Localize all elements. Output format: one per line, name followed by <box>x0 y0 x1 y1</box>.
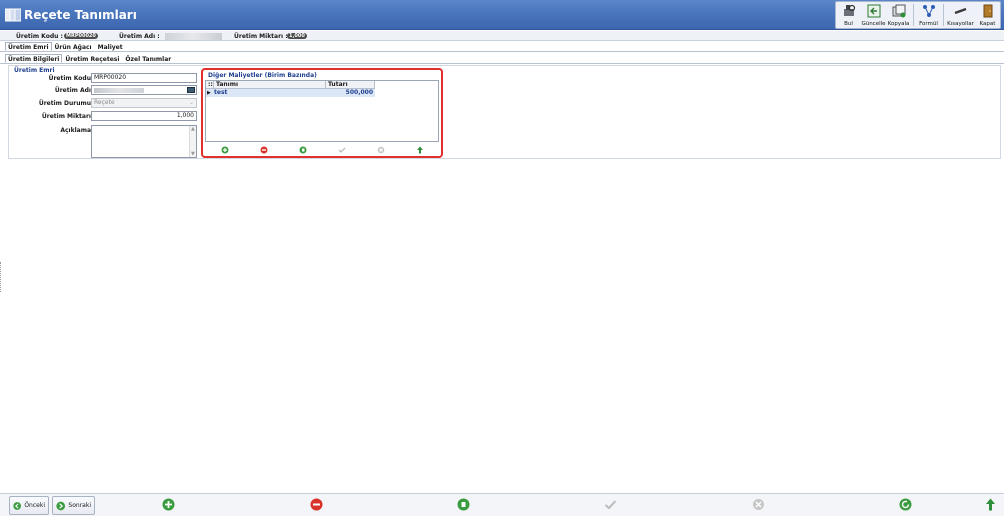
status-label: Üretim Durumu <box>38 100 91 107</box>
tab-custom-definitions[interactable]: Özel Tanımlar <box>122 54 174 63</box>
save-record-icon[interactable] <box>604 498 617 511</box>
recipe-book-icon <box>5 8 21 22</box>
update-button-label: Güncelle <box>861 21 886 27</box>
find-icon <box>843 4 855 16</box>
delete-record-icon[interactable] <box>310 498 323 511</box>
splitter-handle[interactable] <box>0 262 3 292</box>
edit-icon[interactable] <box>299 146 307 154</box>
shortcuts-icon <box>954 7 966 15</box>
toolbar-separator <box>943 4 944 26</box>
tab-cost[interactable]: Maliyet <box>95 42 126 51</box>
other-costs-panel: Diğer Maliyetler (Birim Bazında) :: Tanı… <box>201 68 443 158</box>
tab-production-info[interactable]: Üretim Bilgileri <box>5 54 63 63</box>
close-button-label: Kapat <box>979 21 996 27</box>
find-button-label: Bul <box>844 21 853 27</box>
status-select[interactable]: Reçete ⌄ <box>91 98 197 108</box>
copy-button-label: Kopyala <box>887 21 910 27</box>
find-button[interactable]: Bul <box>836 2 861 28</box>
main-tabs: Üretim Emri Ürün Ağacı Maliyet <box>5 42 126 51</box>
column-header-amount[interactable]: Tutarı <box>326 81 375 89</box>
row-name: test <box>214 89 228 96</box>
tab-product-tree[interactable]: Ürün Ağacı <box>52 42 95 51</box>
qty-field[interactable]: 1,000 <box>91 111 197 121</box>
bottom-bar: Önceki Sonraki <box>0 493 1004 516</box>
qty-label: Üretim Miktarı <box>41 113 91 120</box>
info-qty-label: Üretim Miktarı : <box>234 33 288 40</box>
shortcuts-button[interactable]: Kısayollar <box>946 2 975 28</box>
info-qty-value: 1,000 <box>287 33 307 39</box>
previous-label: Önceki <box>24 502 45 509</box>
other-costs-title: Diğer Maliyetler (Birim Bazında) <box>208 72 317 79</box>
toolbar: Bul Güncelle Kopyala Formül Kısayollar K… <box>835 1 1001 29</box>
toolbar-separator <box>913 4 914 26</box>
refresh-icon[interactable] <box>899 498 912 511</box>
grid-corner: :: <box>206 81 214 89</box>
main-tabs-divider <box>0 51 1004 52</box>
name-lookup-button[interactable] <box>187 87 195 93</box>
formula-button-label: Formül <box>919 21 938 27</box>
formula-button[interactable]: Formül <box>916 2 941 28</box>
title-bar: Reçete Tanımları Bul Güncelle Kopyala Fo… <box>0 0 1004 30</box>
other-costs-grid: :: Tanımı Tutarı ▶ test 500,000 <box>205 80 439 142</box>
grid-header: :: Tanımı Tutarı <box>206 81 375 89</box>
production-order-group: Üretim Emri Üretim Kodu MRP00020 Üretim … <box>8 65 1001 159</box>
chevron-down-icon: ⌄ <box>188 99 194 106</box>
window-title: Reçete Tanımları <box>24 8 137 22</box>
table-row[interactable]: ▶ test 500,000 <box>206 89 375 97</box>
update-icon <box>867 4 880 18</box>
sub-tabs: Üretim Bilgileri Üretim Reçetesi Özel Ta… <box>5 54 174 63</box>
scroll-up-icon[interactable]: ▲ <box>191 126 195 132</box>
copy-icon <box>892 4 905 18</box>
scroll-down-icon[interactable]: ▼ <box>191 151 195 157</box>
code-label: Üretim Kodu <box>48 75 91 82</box>
column-header-name[interactable]: Tanımı <box>214 81 326 89</box>
description-textarea[interactable]: ▲ ▼ <box>91 125 197 158</box>
add-icon[interactable] <box>221 146 229 154</box>
confirm-icon[interactable] <box>338 146 346 154</box>
cancel-record-icon[interactable] <box>752 498 765 511</box>
tab-production-recipe[interactable]: Üretim Reçetesi <box>62 54 122 63</box>
delete-icon[interactable] <box>260 146 268 154</box>
update-button[interactable]: Güncelle <box>861 2 886 28</box>
code-field[interactable]: MRP00020 <box>91 73 197 83</box>
name-field[interactable] <box>91 85 197 95</box>
close-door-icon <box>983 4 992 18</box>
close-button[interactable]: Kapat <box>975 2 1000 28</box>
next-label: Sonraki <box>68 502 91 509</box>
description-scrollbar[interactable]: ▲ ▼ <box>189 126 196 157</box>
tab-production-order[interactable]: Üretim Emri <box>5 42 52 51</box>
edit-record-icon[interactable] <box>457 498 470 511</box>
info-code-label: Üretim Kodu : <box>16 33 63 40</box>
info-name-value-redacted <box>165 33 222 40</box>
move-up-icon[interactable] <box>416 146 424 154</box>
copy-button[interactable]: Kopyala <box>886 2 911 28</box>
info-strip: Üretim Kodu : MRP00020 Üretim Adı : Üret… <box>0 31 1004 41</box>
sub-tabs-divider <box>0 63 1004 64</box>
info-code-value: MRP00020 <box>64 33 98 39</box>
arrow-left-icon <box>13 501 21 510</box>
group-title: Üretim Emri <box>14 67 55 74</box>
next-button[interactable]: Sonraki <box>52 496 95 515</box>
formula-icon <box>922 5 935 17</box>
info-name-label: Üretim Adı : <box>119 33 160 40</box>
previous-button[interactable]: Önceki <box>9 496 49 515</box>
row-amount: 500,000 <box>345 89 373 96</box>
grid-toolbar <box>205 144 439 155</box>
shortcuts-button-label: Kısayollar <box>947 21 974 27</box>
arrow-right-icon <box>56 501 66 510</box>
cancel-icon[interactable] <box>377 146 385 154</box>
name-label: Üretim Adı <box>54 87 91 94</box>
desc-label: Açıklama <box>60 127 91 134</box>
status-value: Reçete <box>94 99 115 106</box>
move-top-icon[interactable] <box>984 498 997 511</box>
add-record-icon[interactable] <box>162 498 175 511</box>
name-value-redacted <box>94 88 144 93</box>
